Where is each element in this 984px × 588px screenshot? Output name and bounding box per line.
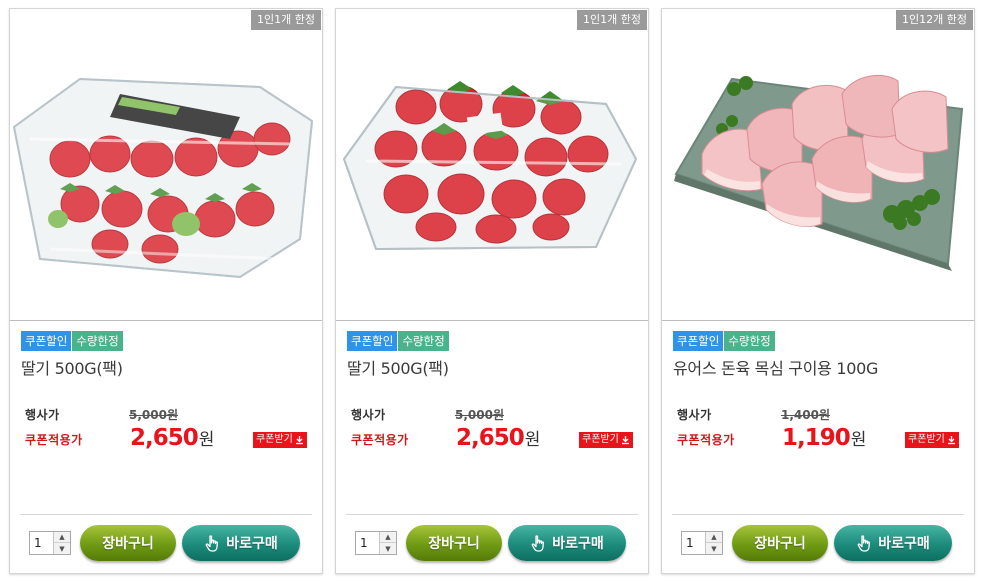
quantity-spinner: ▲ ▼ [379, 532, 396, 554]
coupon-price-label: 쿠폰적용가 [677, 433, 735, 447]
purchase-limit-badge: 1인12개 한정 [896, 10, 973, 30]
strawberry-pack-photo [12, 77, 314, 279]
quantity-input[interactable]: 1 [686, 536, 694, 550]
quantity-stepper[interactable]: 1 ▲ ▼ [681, 531, 723, 555]
quantity-input[interactable]: 1 [360, 536, 368, 550]
divider [662, 320, 974, 321]
buy-now-button[interactable]: 바로구매 [508, 525, 626, 561]
sale-price: 2,650원 [456, 425, 540, 451]
hand-pointer-icon [857, 534, 871, 552]
add-to-cart-button[interactable]: 장바구니 [732, 525, 828, 561]
currency-unit: 원 [850, 430, 867, 450]
get-coupon-label: 쿠폰받기 [908, 434, 945, 445]
product-name[interactable]: 딸기 500G(팩) [21, 355, 123, 379]
sale-price-value: 2,650 [130, 425, 199, 451]
arrow-up-icon: ▲ [711, 533, 717, 541]
sale-price: 1,190원 [782, 425, 866, 451]
divider [336, 320, 648, 321]
original-price: 5,000원 [455, 408, 504, 422]
product-card[interactable]: 1인1개 한정 쿠폰할인 수량한정 딸기 500G(팩) 행사가 5,000원 … [9, 8, 323, 574]
divider [346, 514, 638, 515]
product-image[interactable]: 1인1개 한정 [10, 9, 322, 320]
currency-unit: 원 [524, 430, 541, 450]
limited-quantity-tag: 수량한정 [72, 331, 123, 351]
tag-list: 쿠폰할인 수량한정 [673, 331, 775, 351]
coupon-price-label: 쿠폰적용가 [25, 433, 83, 447]
tag-list: 쿠폰할인 수량한정 [21, 331, 123, 351]
quantity-input[interactable]: 1 [34, 536, 42, 550]
currency-unit: 원 [198, 430, 215, 450]
limited-quantity-tag: 수량한정 [398, 331, 449, 351]
pork-neck-photo [674, 74, 964, 271]
arrow-down-icon: ▼ [59, 544, 65, 553]
product-name[interactable]: 유어스 돈육 목심 구이용 100G [673, 355, 878, 379]
coupon-price-label: 쿠폰적용가 [351, 433, 409, 447]
get-coupon-button[interactable]: 쿠폰받기 [905, 432, 959, 448]
decrease-quantity-button[interactable]: ▼ [380, 543, 396, 554]
original-price: 1,400원 [781, 408, 830, 422]
tag-list: 쿠폰할인 수량한정 [347, 331, 449, 351]
arrow-up-icon: ▲ [59, 533, 65, 541]
product-image[interactable]: 1인1개 한정 [336, 9, 648, 320]
event-price-label: 행사가 [25, 408, 60, 422]
original-price: 5,000원 [129, 408, 178, 422]
add-to-cart-label: 장바구니 [428, 536, 480, 552]
limited-quantity-tag: 수량한정 [724, 331, 775, 351]
buy-now-button[interactable]: 바로구매 [834, 525, 952, 561]
quantity-spinner: ▲ ▼ [53, 532, 70, 554]
add-to-cart-button[interactable]: 장바구니 [80, 525, 176, 561]
download-icon [621, 435, 629, 444]
strawberry-pack-photo [342, 81, 638, 251]
product-card[interactable]: 1인1개 한정 쿠폰할인 수량한정 딸기 500G(팩) 행사가 5,000원 … [335, 8, 649, 574]
buy-now-label: 바로구매 [878, 536, 930, 552]
increase-quantity-button[interactable]: ▲ [706, 532, 722, 543]
arrow-up-icon: ▲ [385, 533, 391, 541]
sale-price: 2,650원 [130, 425, 214, 451]
get-coupon-button[interactable]: 쿠폰받기 [253, 432, 307, 448]
decrease-quantity-button[interactable]: ▼ [706, 543, 722, 554]
purchase-limit-badge: 1인1개 한정 [251, 10, 321, 30]
quantity-spinner: ▲ ▼ [705, 532, 722, 554]
product-image[interactable]: 1인12개 한정 [662, 9, 974, 320]
get-coupon-button[interactable]: 쿠폰받기 [579, 432, 633, 448]
arrow-down-icon: ▼ [711, 544, 717, 553]
decrease-quantity-button[interactable]: ▼ [54, 543, 70, 554]
hand-pointer-icon [205, 534, 219, 552]
sale-price-value: 1,190 [782, 425, 851, 451]
quantity-stepper[interactable]: 1 ▲ ▼ [355, 531, 397, 555]
purchase-limit-badge: 1인1개 한정 [577, 10, 647, 30]
add-to-cart-button[interactable]: 장바구니 [406, 525, 502, 561]
download-icon [295, 435, 303, 444]
add-to-cart-label: 장바구니 [754, 536, 806, 552]
hand-pointer-icon [531, 534, 545, 552]
divider [672, 514, 964, 515]
get-coupon-label: 쿠폰받기 [582, 434, 619, 445]
coupon-discount-tag: 쿠폰할인 [21, 331, 72, 351]
increase-quantity-button[interactable]: ▲ [54, 532, 70, 543]
coupon-discount-tag: 쿠폰할인 [347, 331, 398, 351]
sale-price-value: 2,650 [456, 425, 525, 451]
divider [20, 514, 312, 515]
product-name[interactable]: 딸기 500G(팩) [347, 355, 449, 379]
event-price-label: 행사가 [677, 408, 712, 422]
product-card[interactable]: 1인12개 한정 쿠폰할인 수량한정 유어스 돈육 목심 구이용 100G 행사… [661, 8, 975, 574]
divider [10, 320, 322, 321]
arrow-down-icon: ▼ [385, 544, 391, 553]
buy-now-label: 바로구매 [226, 536, 278, 552]
increase-quantity-button[interactable]: ▲ [380, 532, 396, 543]
download-icon [947, 435, 955, 444]
coupon-discount-tag: 쿠폰할인 [673, 331, 724, 351]
add-to-cart-label: 장바구니 [102, 536, 154, 552]
event-price-label: 행사가 [351, 408, 386, 422]
buy-now-button[interactable]: 바로구매 [182, 525, 300, 561]
get-coupon-label: 쿠폰받기 [256, 434, 293, 445]
buy-now-label: 바로구매 [552, 536, 604, 552]
quantity-stepper[interactable]: 1 ▲ ▼ [29, 531, 71, 555]
